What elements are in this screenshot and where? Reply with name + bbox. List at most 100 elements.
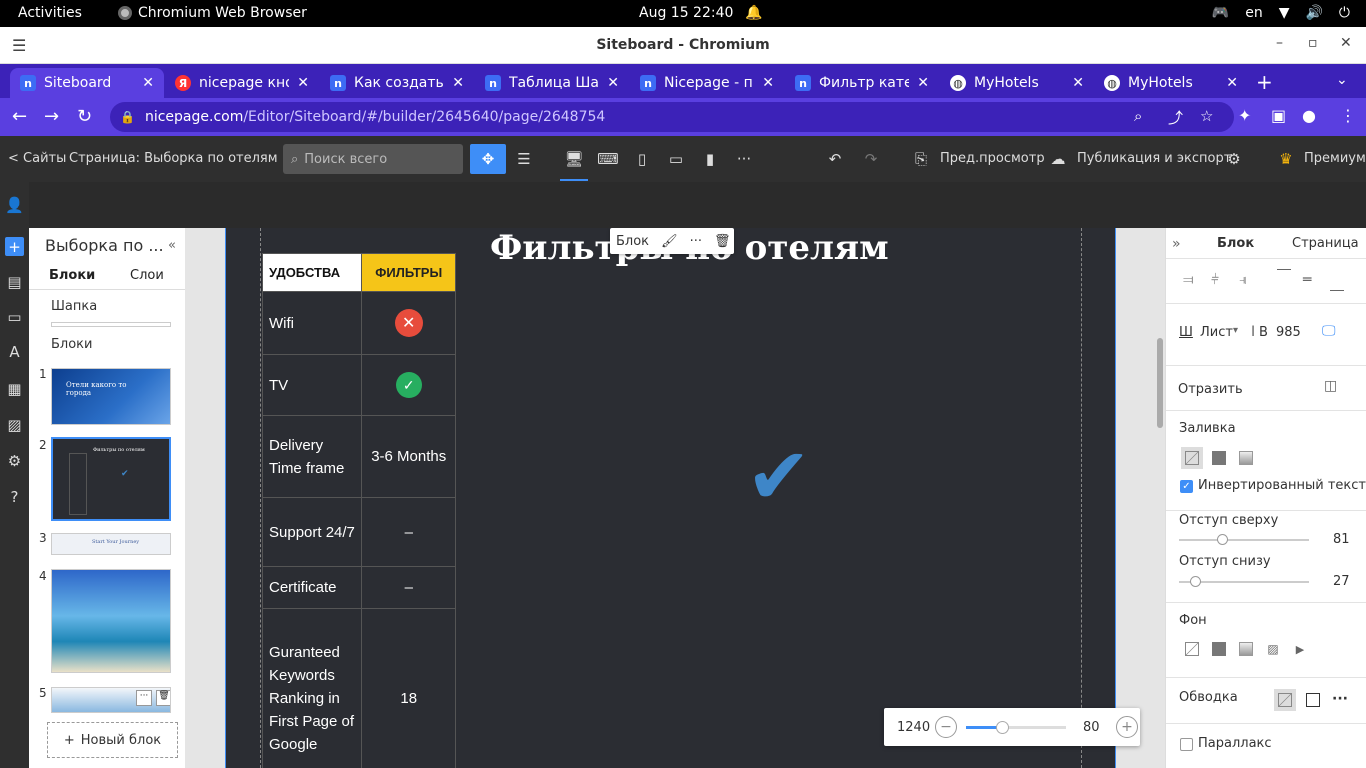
more-options-icon[interactable]: ··· [690,234,702,249]
tab-siteboard[interactable]: n Siteboard ✕ [10,68,164,98]
publish-export-button[interactable]: Публикация и экспорт [1077,151,1231,166]
value-cell[interactable]: – [361,566,456,609]
minimize-icon[interactable]: – [1276,35,1283,51]
images-icon[interactable]: ▨ [5,415,24,434]
more-devices-icon[interactable]: ··· [730,144,758,174]
settings-icon[interactable]: ⚙ [5,451,24,470]
value-cell[interactable]: ✓ [361,354,456,416]
bg-image-icon[interactable]: ▨ [1262,638,1284,660]
feature-cell[interactable]: Delivery Time frame [261,415,363,498]
current-page-label[interactable]: Страница: Выборка по отелям [69,151,278,166]
padding-top-value[interactable]: 81 [1333,532,1350,547]
tab-close-icon[interactable]: ✕ [607,75,619,91]
cloud-upload-icon[interactable]: ☁ [1040,144,1076,174]
extensions-puzzle-icon[interactable]: ✦ [1238,106,1251,125]
tab-close-icon[interactable]: ✕ [297,75,309,91]
maximize-icon[interactable]: ▫ [1308,35,1318,51]
back-to-sites-link[interactable]: < Сайты [8,151,66,166]
settings-gear-icon[interactable]: ⚙ [1216,144,1252,174]
value-cell[interactable]: ✕ [361,291,456,355]
padding-top-slider[interactable] [1179,534,1309,545]
bg-video-icon[interactable]: ▶ [1289,638,1311,660]
tab-page-properties[interactable]: Страница [1292,236,1359,251]
dropdown-chevron-icon[interactable]: ▾ [1233,325,1238,336]
mirror-toggle-icon[interactable]: ◫ [1324,378,1337,394]
tab-category-filter[interactable]: n Фильтр кате ✕ [785,68,939,98]
feature-cell[interactable]: Guranteed Keywords Ranking in First Page… [261,608,363,768]
tab-myhotels-1[interactable]: ◍ MyHotels ✕ [940,68,1094,98]
help-icon[interactable]: ? [5,487,24,506]
block-more-icon[interactable]: ··· [136,690,152,706]
padding-bottom-slider[interactable] [1179,576,1309,587]
comparison-table[interactable]: УДОБСТВА ФИЛЬТРЫ Wifi ✕ TV ✓ Delivery Ti… [261,253,456,768]
pages-icon[interactable]: ▤ [5,272,24,291]
tab-nicepage[interactable]: n Nicepage - пр ✕ [630,68,784,98]
value-cell[interactable]: 18 [361,608,456,768]
new-block-button[interactable]: + Новый блок [47,722,178,758]
feature-cell[interactable]: TV [261,354,363,416]
fill-none-swatch[interactable] [1181,447,1203,469]
tab-nicepage-search[interactable]: Я nicepage кно ✕ [165,68,319,98]
tablet-portrait-icon[interactable]: ▯ [628,144,656,174]
clock[interactable]: Aug 15 22:40 [639,5,733,21]
add-element-icon[interactable]: + [5,237,24,256]
editor-canvas[interactable]: Фильтры по отелям Блок 🖌 ··· 🗑 УДОБСТВА … [185,228,1165,768]
browser-menu-icon[interactable]: ⋮ [1340,106,1356,125]
url-bar[interactable]: 🔒 nicepage.com/Editor/Siteboard/#/builde… [110,102,1234,132]
value-cell[interactable]: 3-6 Months [361,415,456,498]
zoom-search-icon[interactable]: ⌕ [1134,107,1142,125]
activities-button[interactable]: Activities [18,5,82,21]
height-input[interactable]: 985 [1276,325,1301,340]
inverted-text-checkbox[interactable]: ✓ [1180,480,1193,493]
block-label[interactable]: Блок [616,234,649,249]
section-header-label[interactable]: Шапка [51,299,97,314]
tab-close-icon[interactable]: ✕ [142,75,154,91]
tab-myhotels-2[interactable]: ◍ MyHotels ✕ [1094,68,1248,98]
tab-close-icon[interactable]: ✕ [917,75,929,91]
new-tab-plus-icon[interactable]: + [1256,70,1273,94]
forward-arrow-icon[interactable]: → [44,106,59,127]
align-top-icon[interactable]: ⎺ [1277,268,1291,284]
value-cell[interactable]: – [361,497,456,567]
padding-top-handle[interactable] [1217,534,1228,545]
blocks-icon[interactable]: ▭ [5,307,24,326]
language-indicator[interactable]: en [1245,5,1263,21]
tab-close-icon[interactable]: ✕ [452,75,464,91]
block-thumbnail-3[interactable]: Start Your Journey [51,533,171,555]
border-solid-swatch[interactable] [1302,689,1324,711]
phone-device-icon[interactable]: ▮ [696,144,724,174]
padding-bottom-value[interactable]: 27 [1333,574,1350,589]
fill-gradient-swatch[interactable] [1235,447,1257,469]
undo-icon[interactable]: ↶ [817,144,853,174]
screen-height-icon[interactable]: 🖵 [1322,323,1336,339]
tab-search-chevron-icon[interactable]: ⌄ [1336,72,1348,88]
desktop-device-icon[interactable]: 🖥 [560,144,588,181]
lock-icon[interactable]: 🔒 [120,110,135,124]
tab-close-icon[interactable]: ✕ [1226,75,1238,91]
profile-avatar-icon[interactable]: ● [1302,106,1316,125]
user-icon[interactable]: 👤 [5,195,24,214]
system-tray[interactable]: 🎮 en ▼ 🔊 ⏻ [1212,5,1350,21]
trash-icon[interactable]: 🗑 [714,234,731,249]
back-arrow-icon[interactable]: ← [12,106,27,127]
tablet-landscape-icon[interactable]: ▭ [662,144,690,174]
block-thumbnail-4[interactable] [51,569,171,673]
layout-icon[interactable]: ▦ [5,379,24,398]
premium-button[interactable]: Премиум [1304,151,1366,166]
canvas-scrollbar[interactable] [1155,228,1165,768]
large-checkmark-icon[interactable]: ✔ [746,438,811,516]
header-cell-filters[interactable]: ФИЛЬТРЫ [361,253,456,292]
laptop-device-icon[interactable]: ⌨ [594,144,622,174]
bg-none-swatch[interactable] [1181,638,1203,660]
align-left-icon[interactable]: ⫤ [1183,272,1194,288]
layout-tool-button[interactable]: ☰ [506,144,542,174]
align-bottom-icon[interactable]: ⎽ [1330,276,1344,292]
paint-bucket-icon[interactable]: 🖌 [661,234,678,249]
feature-cell[interactable]: Certificate [261,566,363,609]
block-delete-icon[interactable]: 🗑 [156,690,170,706]
crown-icon[interactable]: ♛ [1268,144,1304,174]
zoom-out-icon[interactable]: − [935,716,957,738]
padding-bottom-handle[interactable] [1190,576,1201,587]
tab-block-properties[interactable]: Блок [1217,236,1254,251]
zoom-slider-handle[interactable] [996,721,1009,734]
